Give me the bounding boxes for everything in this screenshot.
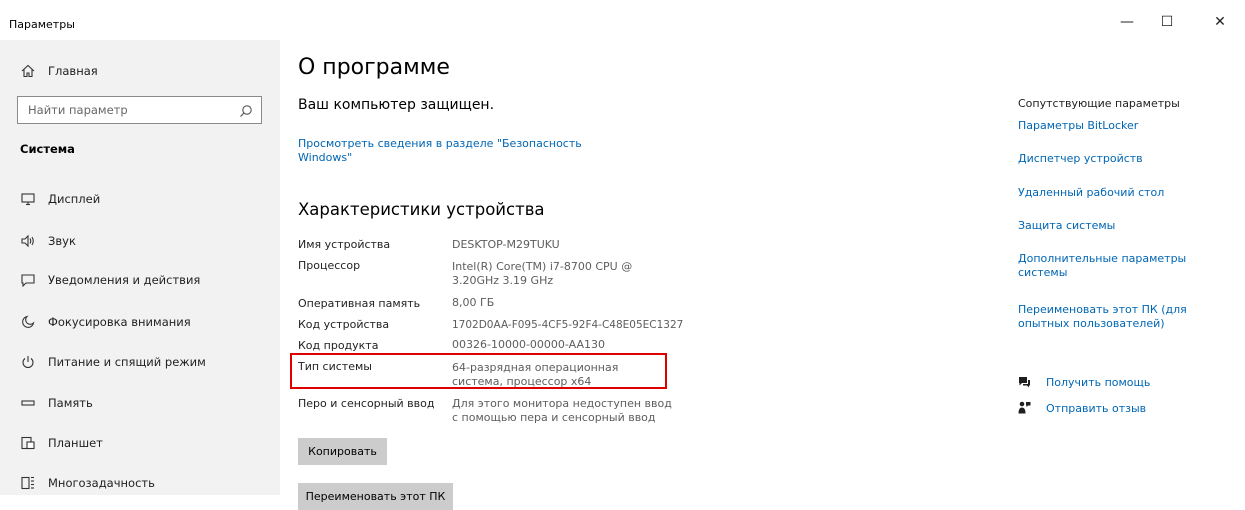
highlight-frame <box>290 353 667 389</box>
spec-label-device-name: Имя устройства <box>298 238 391 251</box>
sidebar: Главная Система Дисплей Звук Уведомления… <box>0 40 280 495</box>
copy-button[interactable]: Копировать <box>298 438 387 465</box>
spec-value-device-name: DESKTOP-M29TUKU <box>452 238 560 251</box>
rename-pc-advanced-link[interactable]: Переименовать этот ПК (для опытных польз… <box>1018 303 1208 331</box>
sound-icon <box>20 233 36 249</box>
home-icon <box>20 63 36 79</box>
spec-value-product-id: 00326-10000-00000-AA130 <box>452 338 605 351</box>
send-feedback-link[interactable]: Отправить отзыв <box>1046 402 1146 415</box>
spec-label-ram: Оперативная память <box>298 297 421 310</box>
search-input[interactable] <box>18 97 238 123</box>
sidebar-item-label: Многозадачность <box>48 476 155 490</box>
feedback-row[interactable]: Отправить отзыв <box>1018 399 1146 418</box>
get-help-link[interactable]: Получить помощь <box>1046 376 1150 389</box>
spec-label-pen-touch: Перо и сенсорный ввод <box>298 397 435 410</box>
tablet-icon <box>20 435 36 451</box>
display-icon <box>20 191 36 207</box>
search-field[interactable] <box>17 96 262 124</box>
security-details-link[interactable]: Просмотреть сведения в разделе "Безопасн… <box>298 137 588 165</box>
sidebar-item-notifications[interactable]: Уведомления и действия <box>0 262 280 298</box>
get-help-row[interactable]: Получить помощь <box>1018 373 1150 392</box>
spec-label-processor: Процессор <box>298 259 361 272</box>
section-title: Система <box>20 142 75 156</box>
sidebar-item-label: Звук <box>48 234 76 248</box>
protection-status: Ваш компьютер защищен. <box>298 97 495 113</box>
sidebar-item-storage[interactable]: Память <box>0 385 280 421</box>
system-protection-link[interactable]: Защита системы <box>1018 219 1218 233</box>
rename-pc-button[interactable]: Переименовать этот ПК <box>298 483 453 510</box>
notifications-icon <box>20 272 36 288</box>
spec-value-processor: Intel(R) Core(TM) i7-8700 CPU @ 3.20GHz … <box>452 260 633 287</box>
window-title: Параметры <box>9 18 75 31</box>
device-specs-title: Характеристики устройства <box>298 200 545 219</box>
sidebar-item-multitasking[interactable]: Многозадачность <box>0 465 280 501</box>
sidebar-item-label: Фокусировка внимания <box>48 315 191 329</box>
get-help-icon <box>1018 373 1031 392</box>
storage-icon <box>20 395 36 411</box>
sidebar-item-label: Планшет <box>48 436 103 450</box>
remote-desktop-link[interactable]: Удаленный рабочий стол <box>1018 186 1218 200</box>
sidebar-item-display[interactable]: Дисплей <box>0 181 280 217</box>
spec-value-pen-touch: Для этого монитора недоступен ввод с пом… <box>452 397 672 424</box>
spec-label-device-id: Код устройства <box>298 318 390 331</box>
page-title: О программе <box>298 55 450 80</box>
multitasking-icon <box>20 475 36 491</box>
advanced-system-settings-link[interactable]: Дополнительные параметры системы <box>1018 252 1193 280</box>
power-icon <box>20 354 36 370</box>
spec-value-device-id: 1702D0AA-F095-4CF5-92F4-C48E05EC1327 <box>452 319 684 331</box>
sidebar-item-power[interactable]: Питание и спящий режим <box>0 344 280 380</box>
focus-assist-icon <box>20 314 36 330</box>
minimize-button[interactable]: — <box>1107 10 1147 34</box>
bitlocker-settings-link[interactable]: Параметры BitLocker <box>1018 119 1218 133</box>
device-manager-link[interactable]: Диспетчер устройств <box>1018 152 1218 166</box>
sidebar-item-label: Главная <box>48 64 98 78</box>
title-bar: Параметры — ☐ ✕ <box>0 0 1245 40</box>
spec-value-ram: 8,00 ГБ <box>452 296 495 309</box>
sidebar-item-label: Питание и спящий режим <box>48 355 206 369</box>
sidebar-item-home[interactable]: Главная <box>0 53 280 89</box>
spec-label-product-id: Код продукта <box>298 339 379 352</box>
sidebar-item-label: Память <box>48 396 93 410</box>
search-icon[interactable] <box>239 103 253 117</box>
feedback-icon <box>1018 399 1031 418</box>
maximize-button[interactable]: ☐ <box>1147 10 1187 34</box>
sidebar-item-tablet[interactable]: Планшет <box>0 425 280 461</box>
sidebar-item-label: Уведомления и действия <box>48 273 201 287</box>
close-button[interactable]: ✕ <box>1200 10 1240 34</box>
sidebar-item-focus-assist[interactable]: Фокусировка внимания <box>0 304 280 340</box>
related-settings-title: Сопутствующие параметры <box>1018 97 1180 110</box>
sidebar-item-sound[interactable]: Звук <box>0 223 280 259</box>
sidebar-item-label: Дисплей <box>48 192 101 206</box>
